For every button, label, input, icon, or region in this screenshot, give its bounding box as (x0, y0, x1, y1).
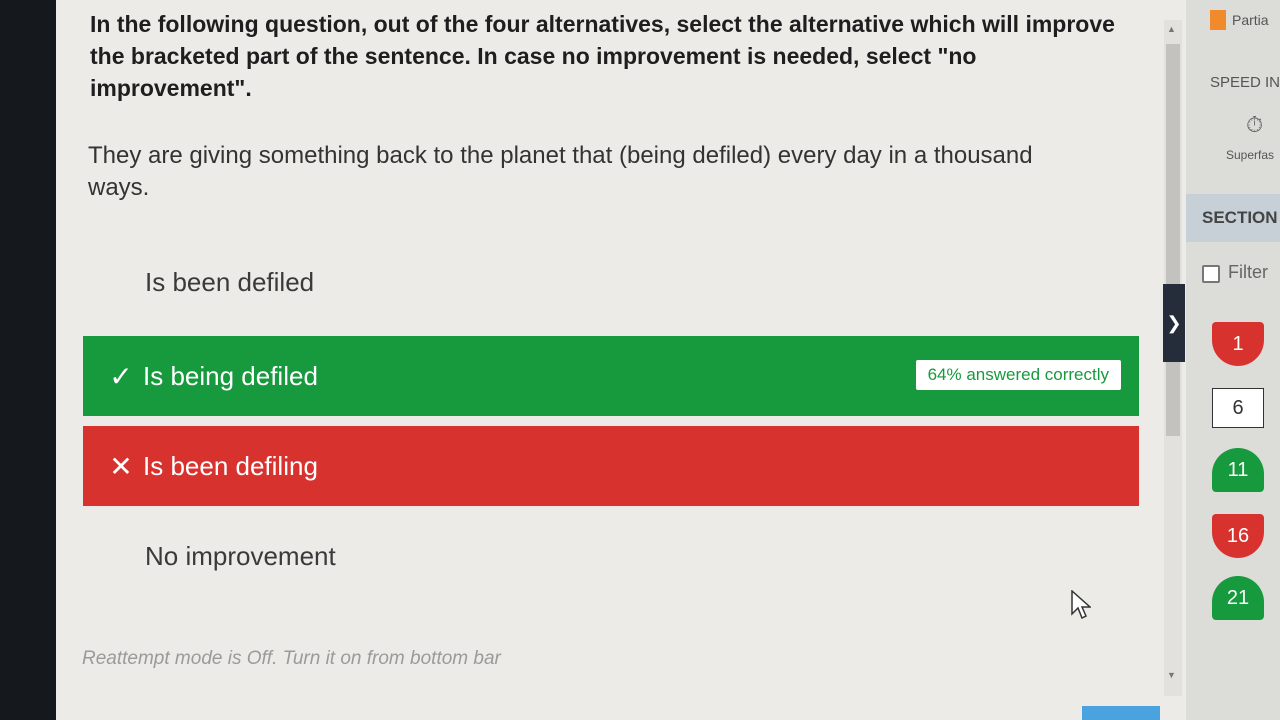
partial-legend: Partia (1210, 10, 1269, 30)
question-number-16[interactable]: 16 (1212, 514, 1264, 558)
check-icon: ✓ (109, 360, 133, 392)
filter-checkbox[interactable] (1202, 265, 1220, 283)
question-number-21[interactable]: 21 (1212, 576, 1264, 620)
option-2-label: Is being defiled (143, 360, 318, 391)
option-3-label: Is been defiling (143, 450, 318, 481)
question-number-11[interactable]: 11 (1212, 448, 1264, 492)
partial-legend-swatch (1210, 10, 1226, 30)
scrollbar-thumb[interactable] (1166, 44, 1180, 436)
scroll-down-arrow-icon[interactable]: ▼ (1167, 670, 1176, 680)
question-instruction: In the following question, out of the fo… (90, 11, 1115, 101)
partial-legend-label: Partia (1232, 12, 1269, 28)
option-1[interactable]: Is been defiled (83, 242, 1139, 322)
option-3-wrong[interactable]: ✕ Is been defiling (83, 426, 1139, 506)
question-sentence: They are giving something back to the pl… (88, 142, 1033, 201)
question-pane: In the following question, out of the fo… (56, 0, 1186, 720)
speed-label: SPEED IN (1210, 74, 1280, 91)
option-4[interactable]: No improvement (83, 516, 1139, 596)
question-number-6[interactable]: 6 (1212, 388, 1264, 428)
speed-value: Superfas (1226, 148, 1275, 162)
option-1-label: Is been defiled (145, 266, 315, 297)
question-number-1[interactable]: 1 (1212, 322, 1264, 366)
reattempt-note: Reattempt mode is Off. Turn it on from b… (82, 648, 501, 669)
cross-icon: ✕ (109, 450, 133, 482)
screen-bezel (0, 0, 56, 720)
stopwatch-icon: ⏱ (1246, 112, 1264, 137)
answered-correctly-badge: 64% answered correctly (915, 360, 1121, 390)
collapse-panel-button[interactable]: ❯ (1163, 284, 1185, 362)
right-sidebar: Partia SPEED IN ⏱ Superfas SECTION Filte… (1186, 0, 1280, 720)
option-4-label: No improvement (145, 540, 336, 571)
bottom-bar-button[interactable] (1082, 706, 1160, 720)
chevron-right-icon: ❯ (1166, 312, 1182, 333)
mouse-cursor-icon (1071, 590, 1091, 620)
filter-label: Filter (1228, 262, 1268, 282)
option-2-correct[interactable]: ✓ Is being defiled 64% answered correctl… (83, 336, 1139, 416)
scroll-up-arrow-icon[interactable]: ▲ (1167, 24, 1176, 34)
section-title: SECTION (1202, 208, 1278, 227)
